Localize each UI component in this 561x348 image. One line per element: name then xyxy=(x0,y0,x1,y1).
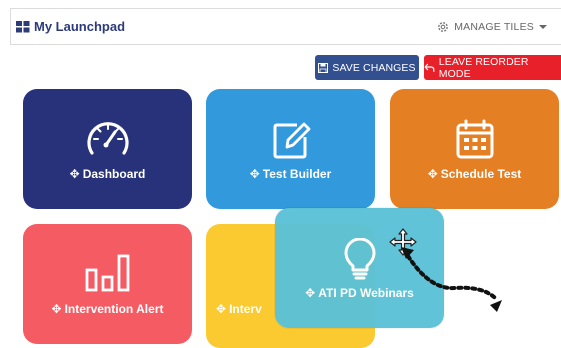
drag-path-arrow-icon xyxy=(401,247,502,312)
